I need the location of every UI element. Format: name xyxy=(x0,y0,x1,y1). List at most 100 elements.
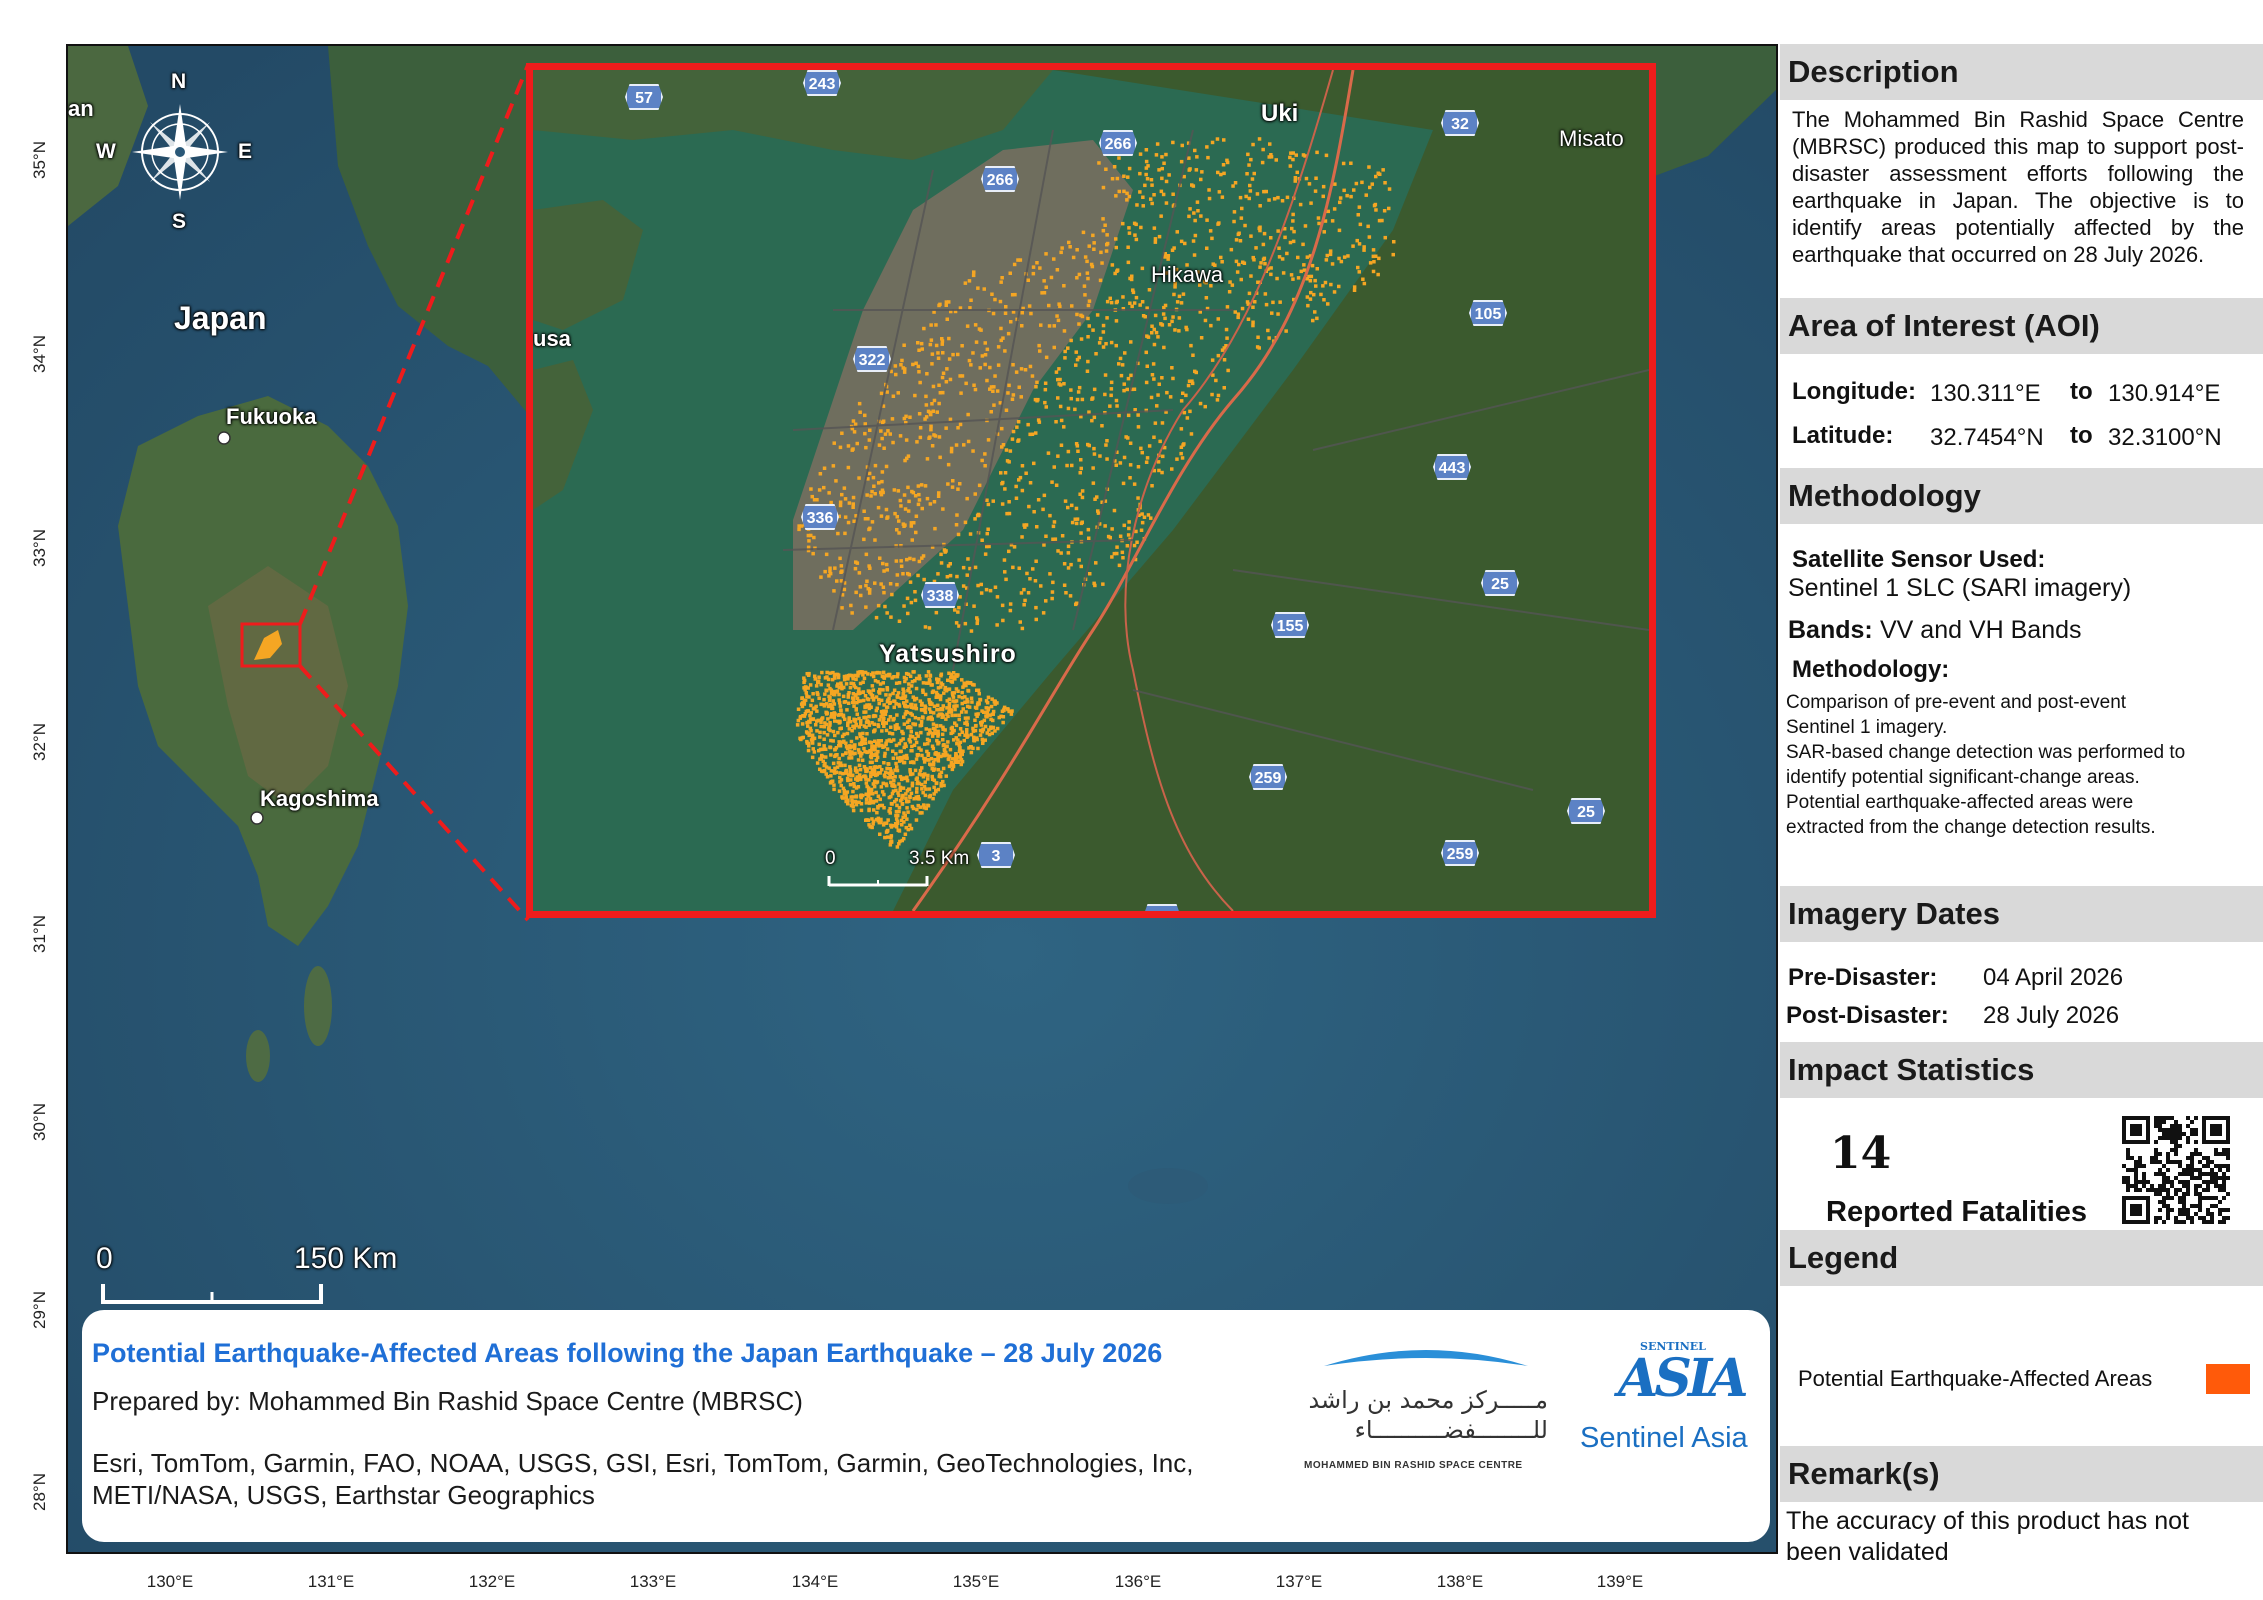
aoi-heading: Area of Interest (AOI) xyxy=(1780,298,2263,354)
inset-scalebar-zero: 0 xyxy=(825,848,836,869)
fatalities-value: 14 xyxy=(1830,1128,1892,1179)
lon-tick-label: 135°E xyxy=(952,1572,1000,1591)
label-japan: Japan xyxy=(174,300,267,336)
lat-tick-label: 31°N xyxy=(30,915,49,953)
credits-line-2: METI/NASA, USGS, Earthstar Geographics xyxy=(92,1480,595,1510)
inset-background xyxy=(533,70,1649,911)
mbrsc-english: MOHAMMED BIN RASHID SPACE CENTRE xyxy=(1304,1460,1523,1471)
road-shield: 338 xyxy=(921,582,959,608)
sensor-value: Sentinel 1 SLC (SARl imagery) xyxy=(1788,574,2132,602)
road-shield: 243 xyxy=(803,70,841,96)
method-line: identify potential significant-change ar… xyxy=(1786,767,2140,788)
bands-label: Bands: xyxy=(1788,616,1873,644)
method-text: Comparison of pre-event and post-event Se… xyxy=(1786,690,2185,840)
seamount xyxy=(1128,1168,1208,1204)
lon-tick-label: 138°E xyxy=(1436,1572,1484,1591)
map-title: Potential Earthquake-Affected Areas foll… xyxy=(92,1338,1163,1368)
place-misato: Misato xyxy=(1559,126,1624,151)
kagoshima-dot xyxy=(250,811,264,825)
road-shield: 266 xyxy=(1099,130,1137,156)
scalebar-zero: 0 xyxy=(96,1242,113,1275)
lon-tick-label: 139°E xyxy=(1596,1572,1644,1591)
lat-tick-label: 28°N xyxy=(30,1473,49,1511)
method-line: Comparison of pre-event and post-event xyxy=(1786,692,2127,713)
inset-scalebar-end: 3.5 Km xyxy=(909,848,970,869)
compass-e: E xyxy=(238,140,253,163)
aoi-lon-from: 130.311°E xyxy=(1930,380,2041,407)
road-shield: 219 xyxy=(1143,904,1181,911)
description-heading: Description xyxy=(1780,44,2263,100)
road-shield: 3 xyxy=(977,842,1015,868)
island xyxy=(246,1030,270,1082)
lon-tick-label: 131°E xyxy=(307,1572,355,1591)
method-line: Potential earthquake-affected areas were xyxy=(1786,792,2134,813)
island xyxy=(304,966,332,1046)
title-panel: Potential Earthquake-Affected Areas foll… xyxy=(82,1310,1770,1542)
compass-w: W xyxy=(96,140,116,163)
aoi-to-2: to xyxy=(2070,422,2093,449)
lat-tick-label: 30°N xyxy=(30,1103,49,1141)
legend-item-label: Potential Earthquake-Affected Areas xyxy=(1798,1366,2153,1391)
side-panel: Description The Mohammed Bin Rashid Spac… xyxy=(1780,44,2263,1566)
pre-disaster-value: 04 April 2026 xyxy=(1983,964,2124,991)
lon-tick-label: 133°E xyxy=(629,1572,677,1591)
place-yatsushiro: Yatsushiro xyxy=(879,640,1017,668)
aoi-to-1: to xyxy=(2070,378,2093,405)
lon-tick-label: 137°E xyxy=(1275,1572,1323,1591)
aoi-lat-from: 32.7454°N xyxy=(1930,424,2044,451)
lon-tick-label: 130°E xyxy=(146,1572,194,1591)
method-line: Sentinel 1 imagery. xyxy=(1786,717,1948,738)
mbrsc-arc-icon xyxy=(1324,1350,1528,1366)
aoi-lon-label: Longitude: xyxy=(1792,378,1916,405)
aoi-lat-to: 32.3100°N xyxy=(2108,424,2222,451)
lat-tick-label: 33°N xyxy=(30,529,49,567)
road-shield: 57 xyxy=(625,84,663,110)
lat-tick-label: 32°N xyxy=(30,723,49,761)
qr-code-icon[interactable] xyxy=(2122,1116,2230,1224)
scalebar-end: 150 Km xyxy=(294,1242,398,1275)
place-usa: usa xyxy=(533,326,571,351)
remarks-heading: Remark(s) xyxy=(1780,1446,2263,1502)
road-shield: 336 xyxy=(801,504,839,530)
sentinel-asia-logo: SENTINEL ASIA Sentinel Asia xyxy=(1558,1340,1758,1490)
road-shield: 155 xyxy=(1271,612,1309,638)
legend-swatch xyxy=(2206,1364,2250,1394)
lat-tick-label: 29°N xyxy=(30,1291,49,1329)
lon-tick-label: 134°E xyxy=(791,1572,839,1591)
post-disaster-label: Post-Disaster: xyxy=(1786,1002,1949,1029)
legend-heading: Legend xyxy=(1780,1230,2263,1286)
mbrsc-logo: مـــــركز محمد بن راشد للــــــــفضـــــ… xyxy=(1304,1342,1548,1482)
compass-n: N xyxy=(171,70,187,93)
sensor-label: Satellite Sensor Used: xyxy=(1792,546,2046,573)
road-shield: 105 xyxy=(1469,300,1507,326)
fatalities-label: Reported Fatalities xyxy=(1826,1196,2088,1228)
label-an: an xyxy=(68,96,94,121)
road-shield: 322 xyxy=(853,346,891,372)
imagery-heading: Imagery Dates xyxy=(1780,886,2263,942)
aoi-lon-to: 130.914°E xyxy=(2108,380,2221,407)
lon-tick-label: 136°E xyxy=(1114,1572,1162,1591)
pre-disaster-label: Pre-Disaster: xyxy=(1788,964,1938,991)
road-shield: 259 xyxy=(1441,840,1479,866)
label-kagoshima: Kagoshima xyxy=(260,786,379,811)
road-shield: 266 xyxy=(981,166,1019,192)
fukuoka-dot xyxy=(217,431,231,445)
method-label: Methodology: xyxy=(1792,656,1950,683)
inset-map[interactable]: Uki Misato Hikawa usa Yatsushiro 57 243 26… xyxy=(526,63,1656,918)
mbrsc-arabic-2: للــــــــفضــــــــــاء xyxy=(1354,1416,1548,1444)
road-shield: 32 xyxy=(1441,110,1479,136)
prepared-by: Prepared by: Mohammed Bin Rashid Space C… xyxy=(92,1386,803,1416)
lon-tick-label: 132°E xyxy=(468,1572,516,1591)
place-uki: Uki xyxy=(1261,100,1299,127)
post-disaster-value: 28 July 2026 xyxy=(1983,1002,2120,1029)
remarks-text: The accuracy of this product has not bee… xyxy=(1786,1507,2189,1566)
label-fukuoka: Fukuoka xyxy=(226,404,317,429)
mbrsc-arabic-1: مـــــركز محمد بن راشد xyxy=(1308,1386,1548,1414)
description-text: The Mohammed Bin Rashid Space Centre (MB… xyxy=(1792,107,2244,267)
lat-tick-label: 34°N xyxy=(30,335,49,373)
place-hikawa: Hikawa xyxy=(1151,262,1224,287)
impact-heading: Impact Statistics xyxy=(1780,1042,2263,1098)
bands-value: VV and VH Bands xyxy=(1880,616,2082,644)
road-shield: 25 xyxy=(1481,570,1519,596)
method-line: extracted from the change detection resu… xyxy=(1786,817,2156,838)
